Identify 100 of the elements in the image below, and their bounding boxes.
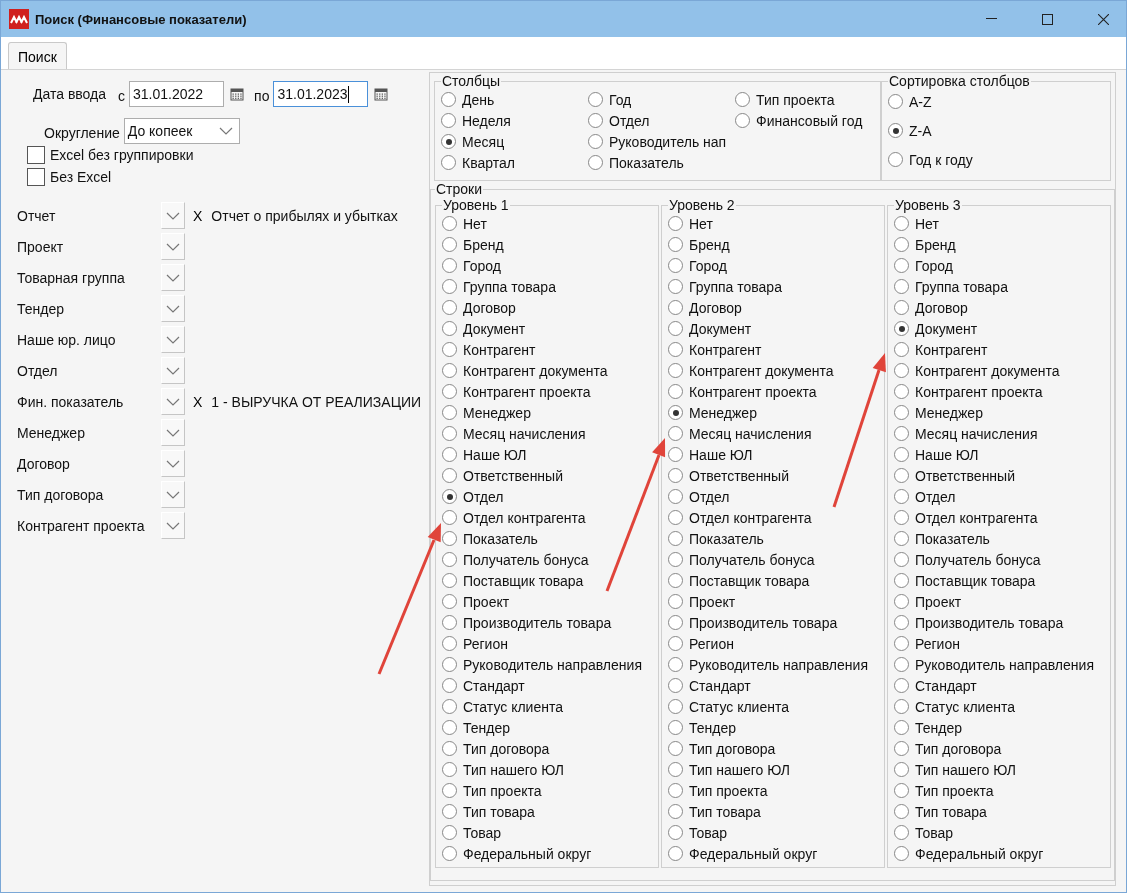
radio-button[interactable] — [894, 237, 909, 252]
radio-button[interactable] — [668, 615, 683, 630]
dropdown-button[interactable] — [161, 388, 185, 415]
radio-button[interactable] — [894, 384, 909, 399]
radio-option[interactable]: Получатель бонуса — [442, 549, 589, 570]
radio-option[interactable]: Нет — [894, 213, 939, 234]
radio-button[interactable] — [668, 216, 683, 231]
radio-option[interactable]: Отдел — [668, 486, 730, 507]
radio-option[interactable]: Руководитель направления — [668, 654, 868, 675]
radio-button[interactable] — [668, 510, 683, 525]
radio-option[interactable]: Нет — [668, 213, 713, 234]
dropdown-button[interactable] — [161, 264, 185, 291]
radio-button[interactable] — [442, 741, 457, 756]
radio-button[interactable] — [888, 152, 903, 167]
radio-button[interactable] — [668, 279, 683, 294]
radio-button[interactable] — [894, 594, 909, 609]
radio-button[interactable] — [894, 804, 909, 819]
radio-option[interactable]: Проект — [894, 591, 962, 612]
radio-button[interactable] — [668, 678, 683, 693]
radio-option[interactable]: Федеральный округ — [442, 843, 592, 864]
radio-option[interactable]: Руководитель направления — [894, 654, 1094, 675]
radio-button[interactable] — [668, 447, 683, 462]
radio-option[interactable]: Город — [894, 255, 953, 276]
radio-button[interactable] — [894, 321, 909, 336]
radio-button[interactable] — [894, 405, 909, 420]
radio-option[interactable]: Производитель товара — [894, 612, 1064, 633]
dropdown-button[interactable] — [161, 512, 185, 539]
radio-button[interactable] — [735, 113, 750, 128]
radio-button[interactable] — [442, 342, 457, 357]
radio-button[interactable] — [894, 573, 909, 588]
radio-option[interactable]: Контрагент — [442, 339, 536, 360]
date-field[interactable]: 31.01.2022 — [129, 81, 225, 107]
radio-button[interactable] — [894, 489, 909, 504]
radio-button[interactable] — [894, 510, 909, 525]
radio-option[interactable]: Руководитель нап — [588, 131, 727, 152]
radio-button[interactable] — [735, 92, 750, 107]
dropdown-button[interactable] — [161, 202, 185, 229]
radio-button[interactable] — [442, 405, 457, 420]
radio-button[interactable] — [894, 741, 909, 756]
radio-button[interactable] — [668, 804, 683, 819]
radio-option[interactable]: Менеджер — [442, 402, 531, 423]
radio-option[interactable]: Регион — [442, 633, 508, 654]
radio-option[interactable]: Группа товара — [894, 276, 1008, 297]
radio-option[interactable]: Наше ЮЛ — [668, 444, 753, 465]
radio-option[interactable]: Наше ЮЛ — [442, 444, 527, 465]
radio-option[interactable]: Товар — [442, 822, 502, 843]
radio-button[interactable] — [442, 678, 457, 693]
radio-option[interactable]: Проект — [668, 591, 736, 612]
radio-button[interactable] — [894, 363, 909, 378]
radio-option[interactable]: Показатель — [894, 528, 990, 549]
radio-button[interactable] — [442, 489, 457, 504]
checkbox[interactable] — [27, 168, 45, 186]
radio-button[interactable] — [442, 279, 457, 294]
radio-button[interactable] — [442, 258, 457, 273]
radio-button[interactable] — [668, 468, 683, 483]
radio-option[interactable]: Тендер — [894, 717, 963, 738]
radio-button[interactable] — [894, 636, 909, 651]
radio-option[interactable]: Договор — [442, 297, 516, 318]
radio-option[interactable]: Получатель бонуса — [894, 549, 1041, 570]
radio-option[interactable]: Регион — [894, 633, 960, 654]
dropdown-button[interactable] — [161, 419, 185, 446]
radio-button[interactable] — [894, 720, 909, 735]
calendar-icon[interactable] — [230, 87, 245, 101]
radio-option[interactable]: Производитель товара — [442, 612, 612, 633]
radio-option[interactable]: Отдел контрагента — [442, 507, 586, 528]
radio-button[interactable] — [442, 426, 457, 441]
radio-option[interactable]: Менеджер — [668, 402, 757, 423]
radio-option[interactable]: Контрагент — [894, 339, 988, 360]
radio-button[interactable] — [442, 720, 457, 735]
radio-button[interactable] — [588, 134, 603, 149]
radio-option[interactable]: Бренд — [442, 234, 504, 255]
radio-option[interactable]: Контрагент проекта — [442, 381, 591, 402]
radio-button[interactable] — [442, 615, 457, 630]
radio-option[interactable]: Поставщик товара — [894, 570, 1036, 591]
radio-button[interactable] — [894, 678, 909, 693]
radio-option[interactable]: Показатель — [588, 152, 684, 173]
radio-button[interactable] — [894, 468, 909, 483]
radio-button[interactable] — [888, 123, 903, 138]
radio-button[interactable] — [442, 783, 457, 798]
radio-option[interactable]: Документ — [668, 318, 752, 339]
radio-button[interactable] — [442, 363, 457, 378]
radio-option[interactable]: Стандарт — [442, 675, 525, 696]
radio-button[interactable] — [894, 699, 909, 714]
radio-option[interactable]: Получатель бонуса — [668, 549, 815, 570]
radio-button[interactable] — [588, 155, 603, 170]
radio-button[interactable] — [442, 594, 457, 609]
radio-option[interactable]: Тип нашего ЮЛ — [894, 759, 1016, 780]
radio-button[interactable] — [668, 846, 683, 861]
radio-option[interactable]: Тип договора — [668, 738, 776, 759]
radio-button[interactable] — [588, 113, 603, 128]
radio-button[interactable] — [668, 741, 683, 756]
radio-button[interactable] — [668, 699, 683, 714]
date-field[interactable]: 31.01.2023 — [273, 81, 369, 107]
radio-option[interactable]: Ответственный — [442, 465, 563, 486]
dropdown-button[interactable] — [161, 357, 185, 384]
radio-option[interactable]: Документ — [894, 318, 978, 339]
checkbox-option[interactable]: Без Excel — [1, 166, 429, 188]
radio-option[interactable]: A-Z — [888, 91, 932, 112]
radio-button[interactable] — [894, 426, 909, 441]
radio-option[interactable]: Город — [442, 255, 501, 276]
